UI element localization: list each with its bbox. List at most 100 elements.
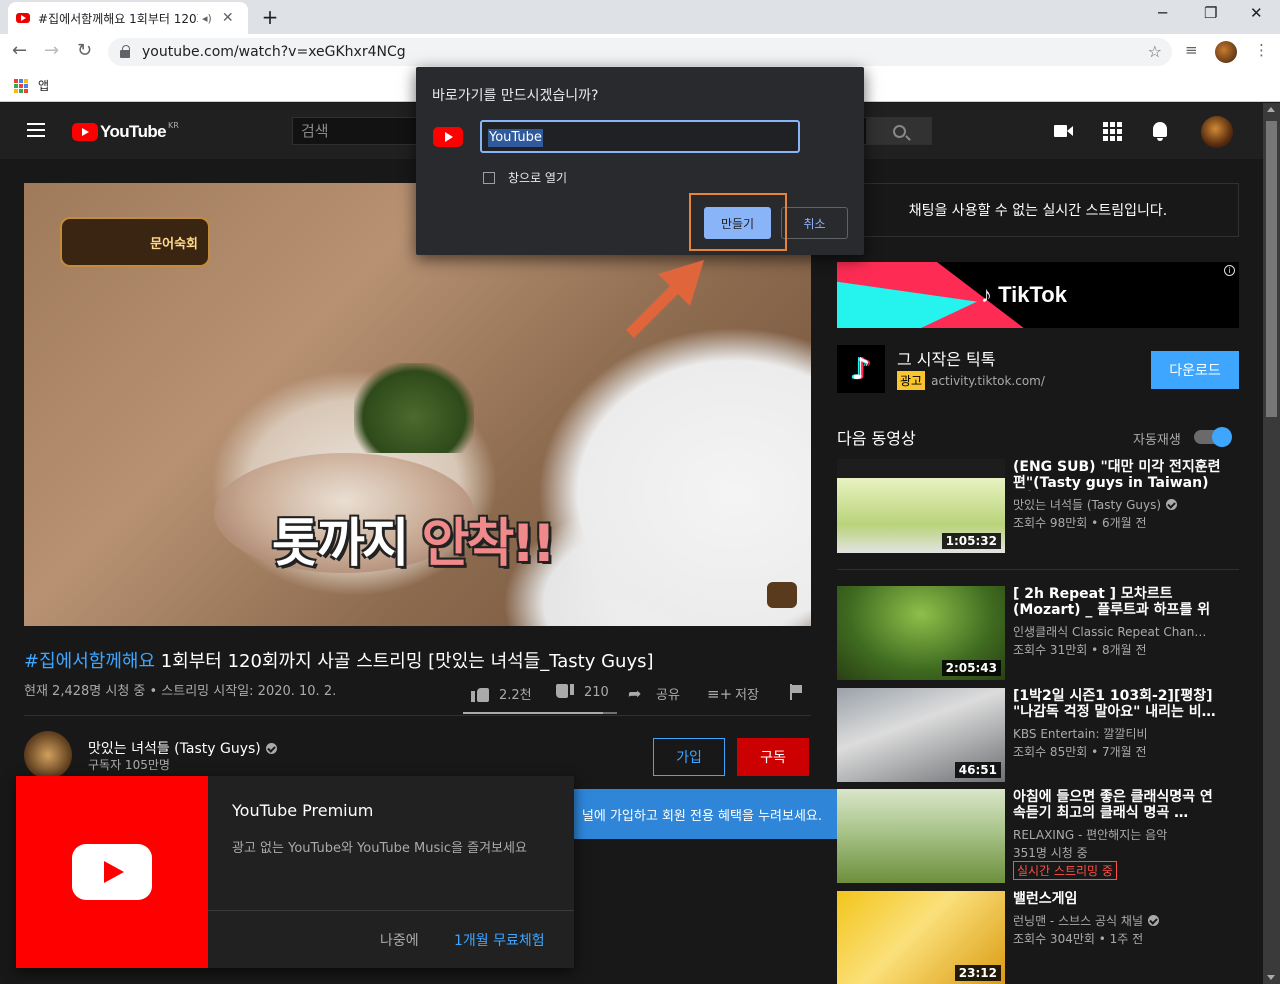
- like-button[interactable]: 2.2천: [471, 684, 532, 703]
- join-button[interactable]: 가입: [653, 738, 725, 776]
- video-thumbnail[interactable]: 23:12: [837, 891, 1005, 984]
- open-as-window-label[interactable]: 창으로 열기: [508, 169, 567, 186]
- video-title[interactable]: [ 2h Repeat ] 모차르트(Mozart) _ 플루트과 하프를 위한…: [1013, 586, 1221, 618]
- scrollbar-thumb[interactable]: [1266, 121, 1277, 417]
- country-code: KR: [168, 120, 179, 130]
- badge-text: 문어숙회: [150, 236, 198, 252]
- apps-grid-icon[interactable]: [14, 78, 28, 93]
- video-title[interactable]: 아침에 들으면 좋은 클래식명곡 연속듣기 최고의 클래식 명곡 …: [1013, 789, 1221, 821]
- apps-bookmark[interactable]: 앱: [38, 77, 49, 94]
- youtube-logo-text: YouTube: [100, 122, 167, 141]
- search-button[interactable]: [866, 117, 932, 145]
- save-label: 저장: [735, 688, 759, 703]
- new-tab-button[interactable]: +: [258, 5, 282, 29]
- view-count: 조회수 98만회 • 6개월 전: [1013, 516, 1147, 530]
- subscriber-count: 구독자 105만명: [88, 758, 170, 772]
- video-title[interactable]: (ENG SUB) "대만 미각 전지훈련 편"(Tasty guys in T…: [1013, 459, 1221, 491]
- view-count: 조회수 304만회 • 1주 전: [1013, 932, 1144, 946]
- channel-name-text[interactable]: RELAXING - 편안해지는 음악: [1013, 826, 1167, 843]
- lock-icon[interactable]: [120, 45, 130, 58]
- address-bar[interactable]: youtube.com/watch?v=xeGKhxr4NCg ☆: [108, 38, 1172, 66]
- channel-name[interactable]: 인생클래식 Classic Repeat Chan…: [1013, 623, 1223, 640]
- recommendation-item[interactable]: 1:05:32 (ENG SUB) "대만 미각 전지훈련 편"(Tasty g…: [837, 459, 1239, 553]
- reload-icon[interactable]: ↻: [77, 40, 92, 61]
- tiktok-app-icon[interactable]: ♪: [837, 345, 885, 393]
- close-window-icon[interactable]: ✕: [1250, 4, 1263, 22]
- close-tab-icon[interactable]: ✕: [222, 10, 234, 26]
- channel-name[interactable]: 맛있는 녀석들 (Tasty Guys): [88, 738, 277, 758]
- profile-avatar[interactable]: [1215, 41, 1237, 63]
- recommendation-item[interactable]: 아침에 들으면 좋은 클래식명곡 연속듣기 최고의 클래식 명곡 … RELAX…: [837, 789, 1239, 883]
- back-icon[interactable]: ←: [12, 40, 27, 61]
- free-trial-button[interactable]: 1개월 무료체험: [454, 930, 545, 950]
- open-as-window-checkbox[interactable]: [483, 172, 495, 184]
- apps-icon[interactable]: [1101, 120, 1123, 142]
- url-text[interactable]: youtube.com/watch?v=xeGKhxr4NCg: [142, 44, 406, 60]
- video-thumbnail[interactable]: 2:05:43: [837, 586, 1005, 680]
- channel-name[interactable]: 맛있는 녀석들 (Tasty Guys): [1013, 496, 1223, 513]
- download-button[interactable]: 다운로드: [1151, 351, 1239, 389]
- recommendation-item[interactable]: 46:51 [1박2일 시즌1 103회-2][평창] "나감독 걱정 말아요"…: [837, 688, 1239, 782]
- autoplay-toggle[interactable]: [1194, 427, 1232, 447]
- autoplay-label: 자동재생: [1133, 433, 1181, 448]
- premium-description: 광고 없는 YouTube와 YouTube Music을 즐겨보세요: [232, 841, 527, 856]
- channel-name-text[interactable]: 맛있는 녀석들 (Tasty Guys): [1013, 496, 1161, 513]
- forward-icon[interactable]: →: [44, 40, 59, 61]
- ad-info-icon[interactable]: i: [1224, 265, 1235, 276]
- video-hashtag[interactable]: #집에서함께해요: [24, 651, 155, 672]
- video-thumbnail[interactable]: 1:05:32: [837, 459, 1005, 553]
- verified-icon: [1148, 915, 1159, 926]
- youtube-favicon-icon: [433, 127, 463, 147]
- cancel-button[interactable]: 취소: [781, 207, 848, 239]
- notifications-bell-icon[interactable]: [1149, 120, 1171, 142]
- thumbs-up-icon: [471, 686, 489, 702]
- video-thumbnail[interactable]: [837, 789, 1005, 883]
- like-ratio-bar: [463, 712, 617, 714]
- save-button[interactable]: ≡+ 저장: [707, 684, 759, 704]
- shortcut-name-input[interactable]: YouTube: [480, 120, 800, 153]
- video-meta: 현재 2,428명 시청 중 • 스트리밍 시작일: 2020. 10. 2.: [24, 684, 337, 699]
- channel-name-text[interactable]: 맛있는 녀석들 (Tasty Guys): [88, 738, 261, 758]
- ad-title[interactable]: 그 시작은 틱톡: [897, 346, 996, 370]
- media-queue-icon[interactable]: ≡: [1185, 41, 1198, 59]
- channel-name[interactable]: 런닝맨 - 스브스 공식 채널: [1013, 912, 1223, 929]
- view-count: 조회수 85만회 • 7개월 전: [1013, 745, 1147, 759]
- subscribe-button[interactable]: 구독: [737, 738, 809, 776]
- bookmark-star-icon[interactable]: ☆: [1148, 42, 1162, 61]
- channel-name[interactable]: KBS Entertain: 깔깔티비: [1013, 725, 1223, 742]
- restore-icon[interactable]: ❐: [1204, 4, 1217, 22]
- video-thumbnail[interactable]: 46:51: [837, 688, 1005, 782]
- scroll-up-arrow-icon[interactable]: [1267, 107, 1275, 112]
- search-icon: [892, 124, 906, 138]
- share-icon: ➦: [628, 683, 642, 703]
- video-title[interactable]: 밸런스게임: [1013, 891, 1221, 907]
- verified-icon: [265, 742, 277, 754]
- page-scrollbar[interactable]: [1263, 103, 1280, 984]
- youtube-logo[interactable]: YouTube KR: [72, 120, 179, 142]
- scroll-down-arrow-icon[interactable]: [1267, 975, 1275, 980]
- channel-name-text[interactable]: 인생클래식 Classic Repeat Chan…: [1013, 623, 1206, 640]
- share-button[interactable]: ➦ 공유: [628, 684, 680, 703]
- browser-tab[interactable]: #집에서함께해요 1회부터 120회까지 ◂) ✕: [8, 2, 248, 34]
- user-avatar[interactable]: [1201, 116, 1233, 148]
- recommendation-item[interactable]: 23:12 밸런스게임 런닝맨 - 스브스 공식 채널 조회수 304만회 • …: [837, 891, 1239, 984]
- channel-name[interactable]: RELAXING - 편안해지는 음악: [1013, 826, 1223, 843]
- hamburger-menu-icon[interactable]: [27, 123, 45, 137]
- minimize-icon[interactable]: ─: [1158, 4, 1167, 22]
- report-button[interactable]: [787, 684, 815, 700]
- youtube-favicon-icon: [16, 13, 30, 23]
- recommendation-item[interactable]: 2:05:43 [ 2h Repeat ] 모차르트(Mozart) _ 플루트…: [837, 586, 1239, 680]
- video-title[interactable]: [1박2일 시즌1 103회-2][평창] "나감독 걱정 말아요" 내리는 비…: [1013, 688, 1221, 720]
- seaweed-image: [354, 363, 474, 453]
- create-video-icon[interactable]: [1053, 120, 1075, 142]
- channel-name-text[interactable]: KBS Entertain: 깔깔티비: [1013, 725, 1148, 742]
- shortcut-name-value[interactable]: YouTube: [488, 129, 543, 147]
- audio-icon[interactable]: ◂): [202, 12, 212, 25]
- channel-avatar[interactable]: [24, 731, 72, 779]
- channel-name-text[interactable]: 런닝맨 - 스브스 공식 채널: [1013, 912, 1143, 929]
- later-button[interactable]: 나중에: [380, 930, 419, 950]
- dialog-title: 바로가기를 만드시겠습니까?: [432, 88, 599, 104]
- more-menu-icon[interactable]: ⋮: [1254, 41, 1269, 59]
- dislike-button[interactable]: 210: [556, 684, 609, 700]
- tiktok-ad-banner[interactable]: ♪ TikTok i: [837, 262, 1239, 328]
